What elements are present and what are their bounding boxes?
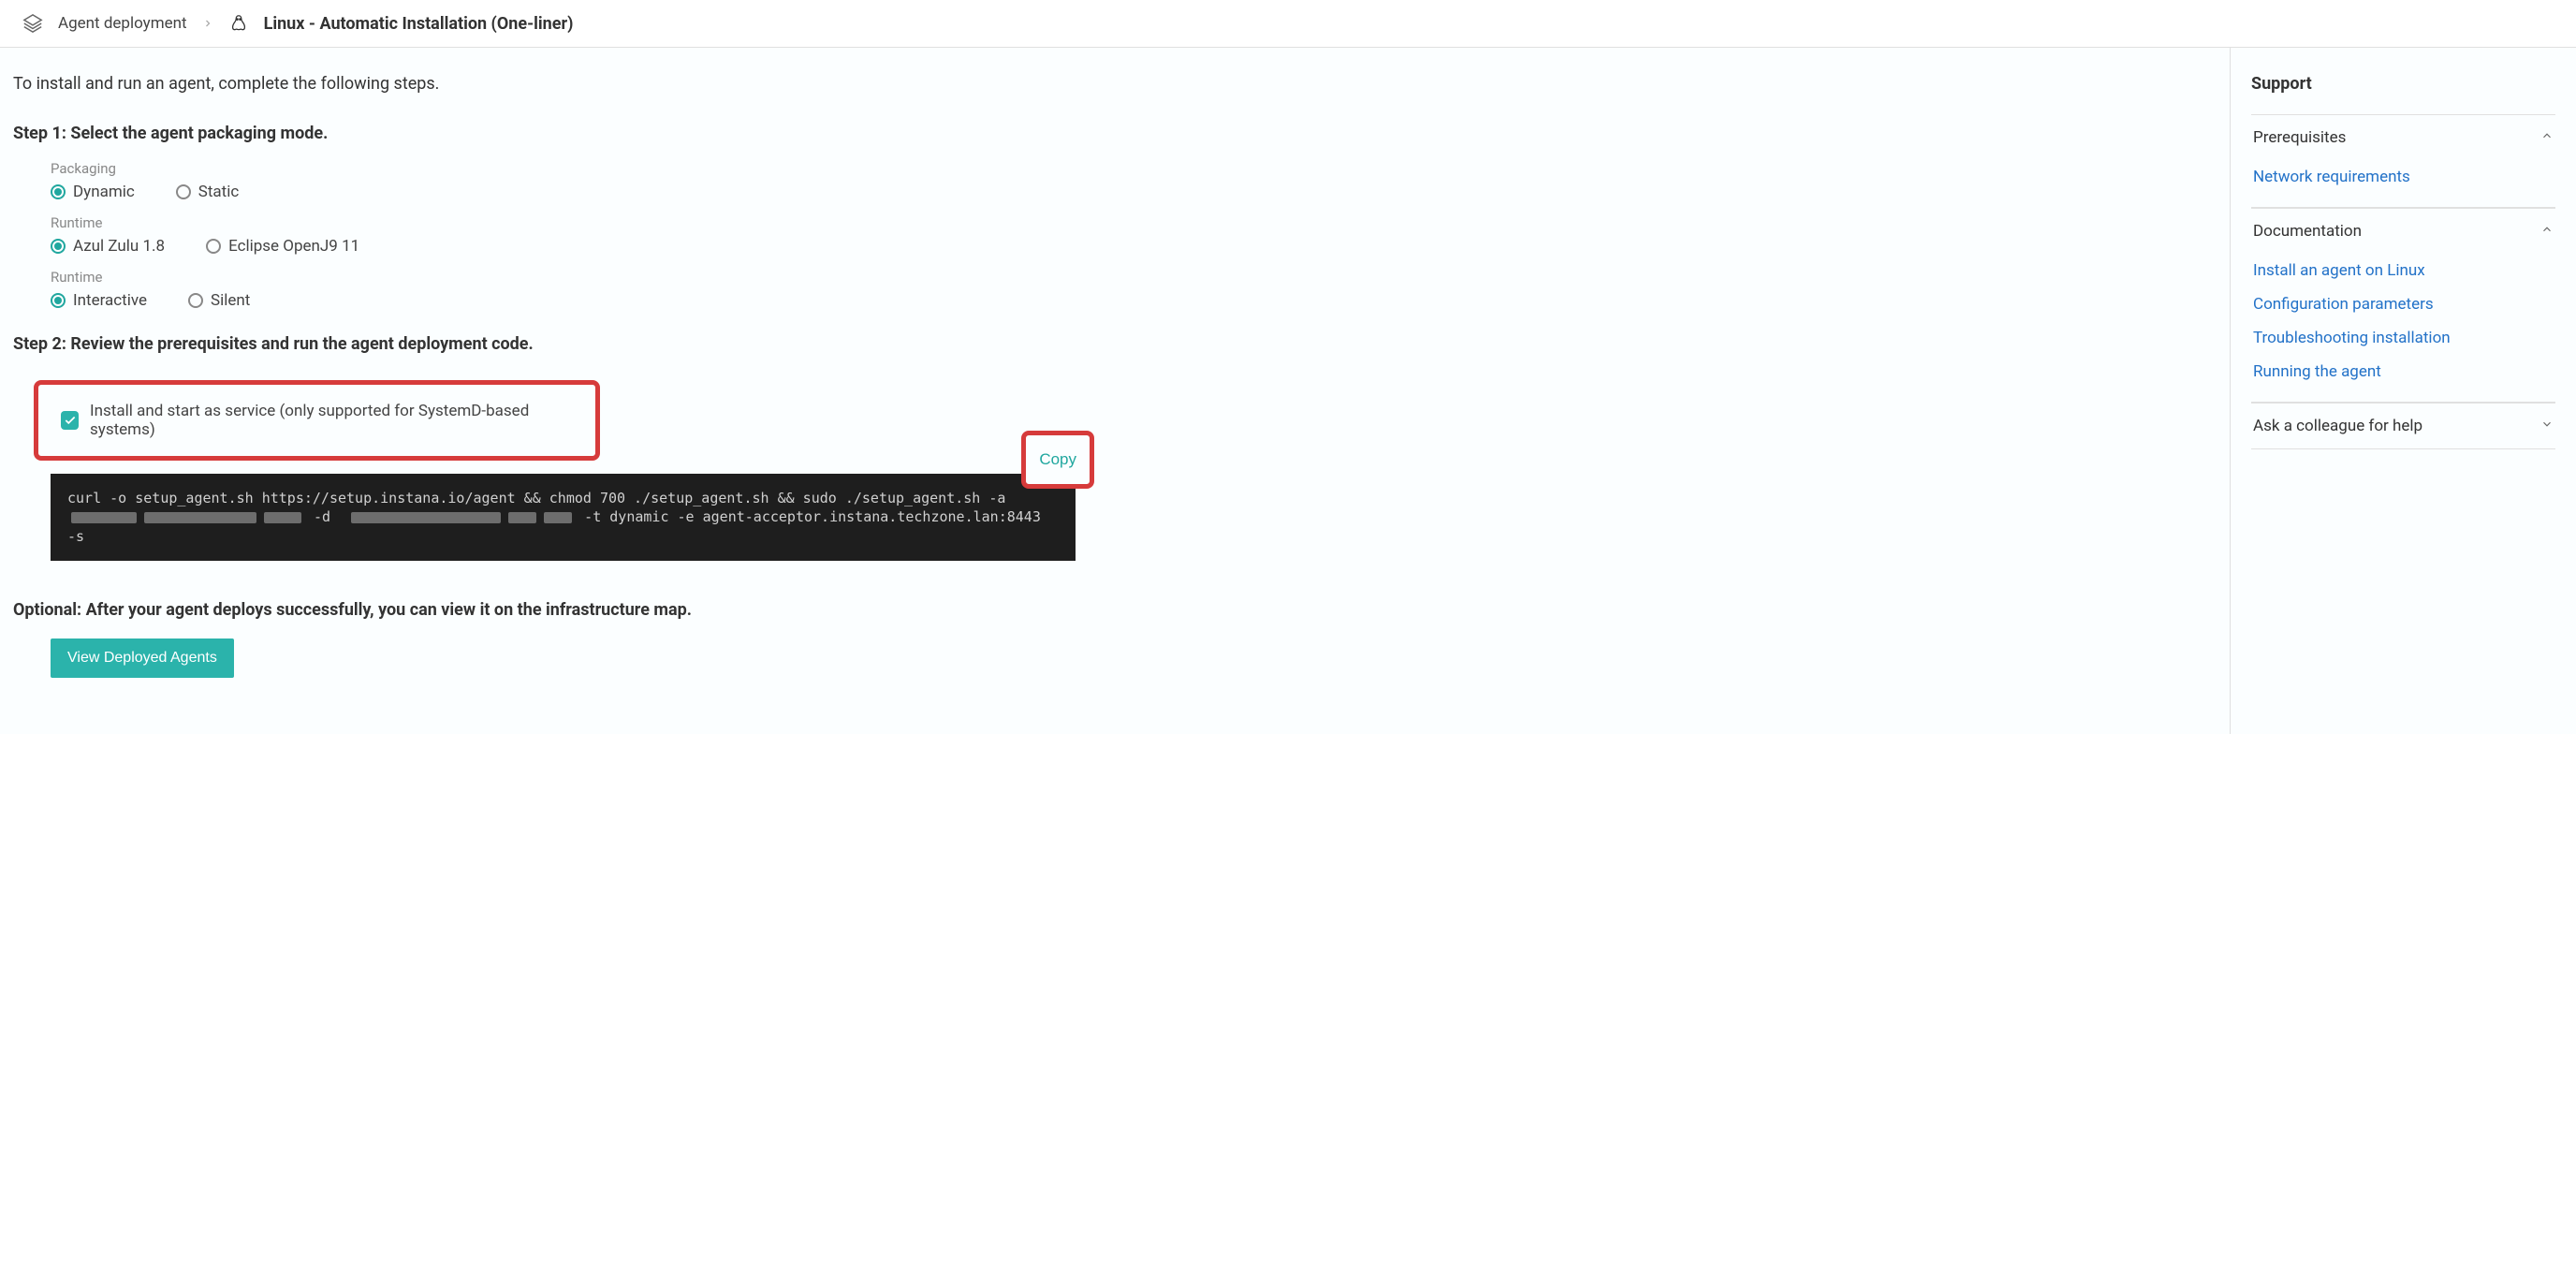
redacted-icon [508, 512, 536, 523]
link-install-agent-linux[interactable]: Install an agent on Linux [2251, 254, 2555, 287]
radio-icon[interactable] [188, 293, 203, 308]
acc-heading-label: Prerequisites [2253, 128, 2346, 147]
code-seg1: curl -o setup_agent.sh https://setup.ins… [67, 490, 1014, 506]
radio-label: Static [198, 183, 240, 201]
radio-label: Azul Zulu 1.8 [73, 237, 165, 256]
radio-icon[interactable] [176, 184, 191, 199]
chevron-up-icon [2540, 129, 2554, 146]
chevron-up-icon [2540, 223, 2554, 240]
radio-runtime-azul[interactable]: Azul Zulu 1.8 [51, 237, 165, 256]
acc-ask-colleague: Ask a colleague for help [2251, 403, 2555, 449]
redacted-icon [351, 512, 501, 523]
breadcrumb-parent[interactable]: Agent deployment [58, 14, 187, 33]
acc-heading-label: Ask a colleague for help [2253, 417, 2422, 435]
main-content: To install and run an agent, complete th… [0, 48, 2230, 734]
linux-icon [228, 13, 249, 34]
step1-title: Step 1: Select the agent packaging mode. [13, 124, 2207, 143]
copy-button[interactable]: Copy [1033, 445, 1082, 475]
layers-icon [22, 13, 43, 34]
group-label: Packaging [51, 160, 2207, 177]
group-label: Runtime [51, 269, 2207, 286]
packaging-group: Packaging Dynamic Static [51, 160, 2207, 201]
radio-icon[interactable] [206, 239, 221, 254]
runtime-group-mode: Runtime Interactive Silent [51, 269, 2207, 310]
group-label: Runtime [51, 214, 2207, 231]
intro-text: To install and run an agent, complete th… [13, 74, 2207, 94]
acc-heading-label: Documentation [2253, 222, 2362, 241]
radio-runtime-openj9[interactable]: Eclipse OpenJ9 11 [206, 237, 359, 256]
radio-packaging-dynamic[interactable]: Dynamic [51, 183, 135, 201]
link-troubleshooting[interactable]: Troubleshooting installation [2251, 321, 2555, 355]
acc-prerequisites: Prerequisites Network requirements [2251, 114, 2555, 208]
radio-packaging-static[interactable]: Static [176, 183, 240, 201]
radio-label: Interactive [73, 291, 147, 310]
copy-button-highlight: Copy [1021, 431, 1094, 489]
radio-label: Dynamic [73, 183, 135, 201]
acc-header-documentation[interactable]: Documentation [2251, 209, 2555, 254]
radio-label: Silent [211, 291, 250, 310]
acc-documentation: Documentation Install an agent on Linux … [2251, 208, 2555, 403]
deployment-code: curl -o setup_agent.sh https://setup.ins… [51, 474, 1076, 561]
radio-label: Eclipse OpenJ9 11 [228, 237, 359, 256]
chevron-down-icon [2540, 418, 2554, 434]
optional-title: Optional: After your agent deploys succe… [13, 600, 2207, 620]
redacted-icon [264, 512, 301, 523]
radio-mode-silent[interactable]: Silent [188, 291, 250, 310]
redacted-icon [544, 512, 572, 523]
link-network-requirements[interactable]: Network requirements [2251, 160, 2555, 194]
code-seg2: -d [305, 508, 339, 525]
radio-icon[interactable] [51, 293, 66, 308]
radio-icon[interactable] [51, 239, 66, 254]
radio-mode-interactive[interactable]: Interactive [51, 291, 147, 310]
breadcrumb-bar: Agent deployment Linux - Automatic Insta… [0, 0, 2576, 48]
support-sidebar: Support Prerequisites Network requiremen… [2230, 48, 2576, 734]
view-deployed-agents-button[interactable]: View Deployed Agents [51, 638, 234, 678]
chevron-right-icon [202, 15, 213, 33]
link-running-agent[interactable]: Running the agent [2251, 355, 2555, 389]
service-checkbox-highlight: Install and start as service (only suppo… [34, 380, 600, 461]
link-config-parameters[interactable]: Configuration parameters [2251, 287, 2555, 321]
breadcrumb-title: Linux - Automatic Installation (One-line… [264, 14, 574, 34]
install-service-checkbox[interactable] [61, 411, 79, 430]
sidebar-title: Support [2251, 74, 2555, 94]
acc-header-ask-colleague[interactable]: Ask a colleague for help [2251, 404, 2555, 448]
redacted-icon [144, 512, 256, 523]
acc-header-prerequisites[interactable]: Prerequisites [2251, 115, 2555, 160]
install-service-checkbox-label: Install and start as service (only suppo… [90, 402, 573, 439]
runtime-group-java: Runtime Azul Zulu 1.8 Eclipse OpenJ9 11 [51, 214, 2207, 256]
radio-icon[interactable] [51, 184, 66, 199]
step2-title: Step 2: Review the prerequisites and run… [13, 334, 2207, 354]
redacted-icon [71, 512, 137, 523]
